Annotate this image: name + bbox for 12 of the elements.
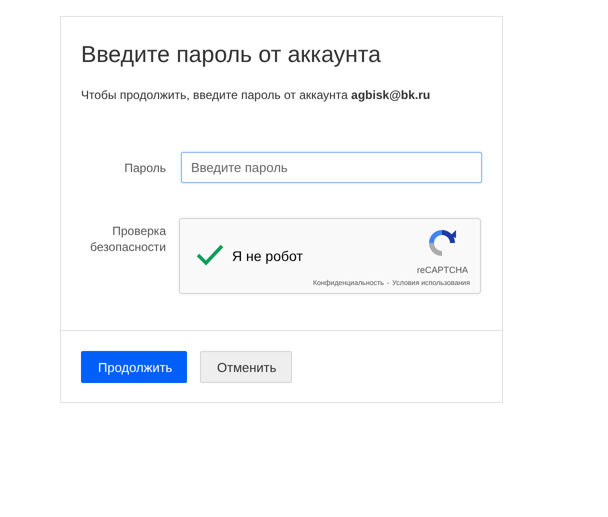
captcha-label: Проверка безопасности: [89, 223, 166, 255]
refresh-arrows-icon: [426, 227, 458, 259]
recaptcha-brand: reCAPTCHA: [416, 265, 468, 275]
continue-button[interactable]: Продолжить: [81, 351, 187, 383]
captcha-checkbox[interactable]: [195, 243, 225, 267]
instruction-text: Чтобы продолжить, введите пароль от аккаунта agbisk@bk.ru: [81, 88, 432, 102]
checkmark-icon: [195, 243, 225, 267]
password-label: Пароль: [123, 160, 166, 176]
cancel-button[interactable]: Отменить: [200, 351, 292, 383]
dialog-title: Введите пароль от аккаунта: [81, 40, 382, 69]
captcha-text: Я не робот: [232, 248, 303, 264]
password-field[interactable]: Введите пароль: [181, 152, 482, 183]
